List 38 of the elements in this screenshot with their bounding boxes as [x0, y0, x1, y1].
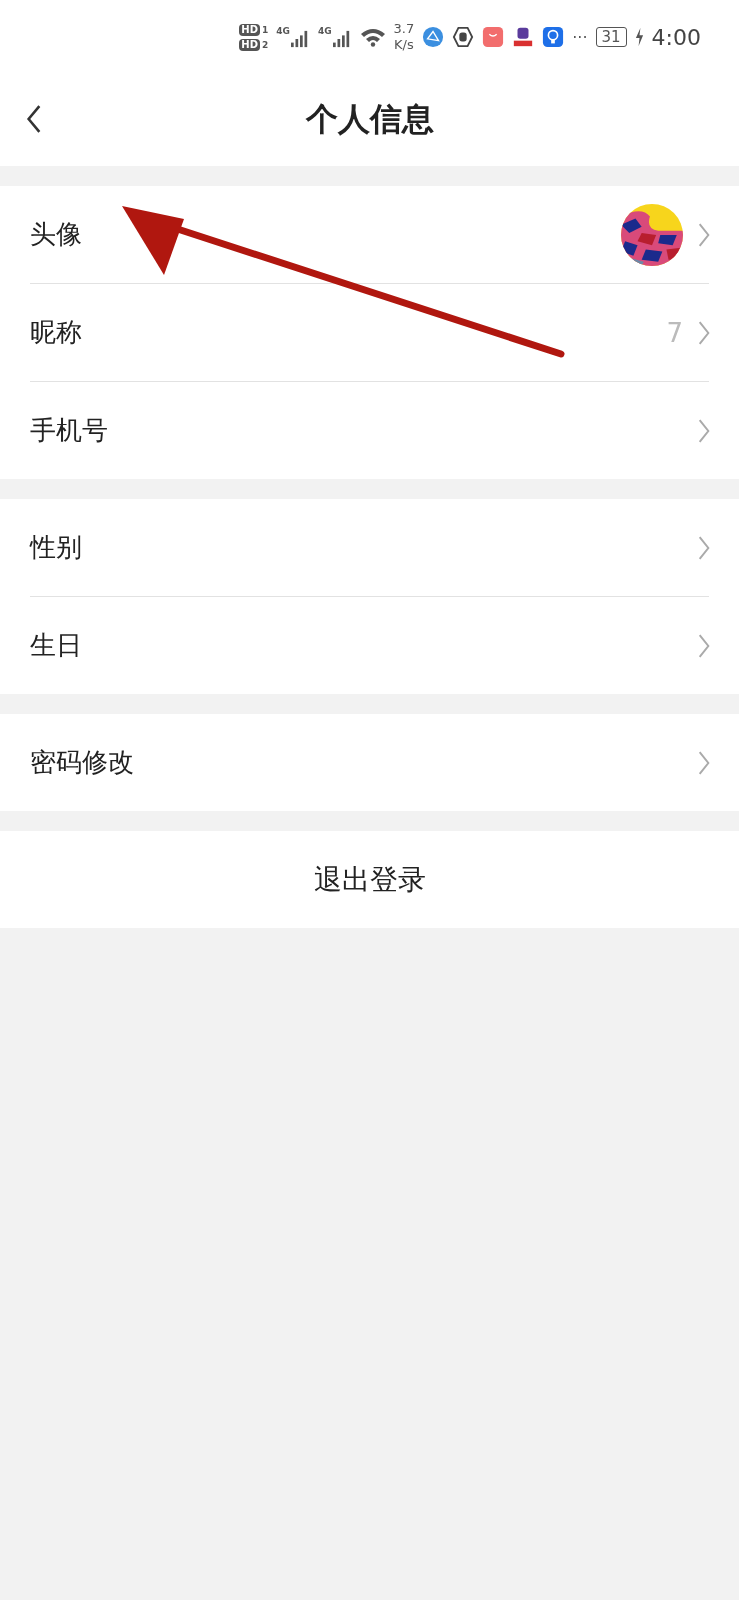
chevron-right-icon [697, 417, 711, 444]
battery-level: 31 [595, 27, 627, 47]
chevron-right-icon [697, 221, 711, 248]
chevron-right-icon [697, 534, 711, 561]
settings-row[interactable]: 手机号 [30, 382, 709, 479]
row-label: 头像 [30, 218, 83, 251]
row-label: 密码修改 [30, 746, 135, 779]
chevron-right-icon [697, 749, 711, 776]
sim-badge: HD [239, 23, 260, 36]
more-indicator: ··· [572, 27, 588, 47]
wifi-icon [359, 27, 386, 47]
chevron-right-icon [697, 632, 711, 659]
sim-badge: HD [239, 38, 260, 51]
signal-icon [331, 30, 352, 48]
hand-icon [452, 26, 475, 48]
row-value: 7 [666, 317, 683, 348]
sim-slot: 1 [261, 24, 269, 35]
settings-row[interactable]: 性别 [30, 499, 709, 597]
row-label: 性别 [30, 531, 83, 564]
chevron-right-icon [697, 319, 711, 346]
row-label: 昵称 [30, 316, 83, 349]
settings-row[interactable]: 生日 [30, 597, 709, 694]
globe-icon [422, 26, 445, 48]
lightbulb-icon [542, 26, 565, 48]
row-label: 手机号 [30, 414, 109, 447]
speed-value: 3.7 [393, 21, 415, 37]
app-icon [512, 26, 535, 48]
settings-row[interactable]: 昵称 7 [30, 284, 709, 382]
row-label: 生日 [30, 629, 83, 662]
signal-icon [289, 30, 310, 48]
clock-time: 4:00 [651, 24, 701, 50]
logout-button[interactable]: 退出登录 [0, 831, 739, 928]
sim-slot: 2 [261, 39, 269, 50]
network-type: 4G [317, 26, 332, 36]
page-title: 个人信息 [305, 99, 434, 140]
network-type: 4G [276, 26, 290, 36]
bag-icon [482, 26, 505, 48]
speed-unit: K/s [394, 37, 414, 53]
